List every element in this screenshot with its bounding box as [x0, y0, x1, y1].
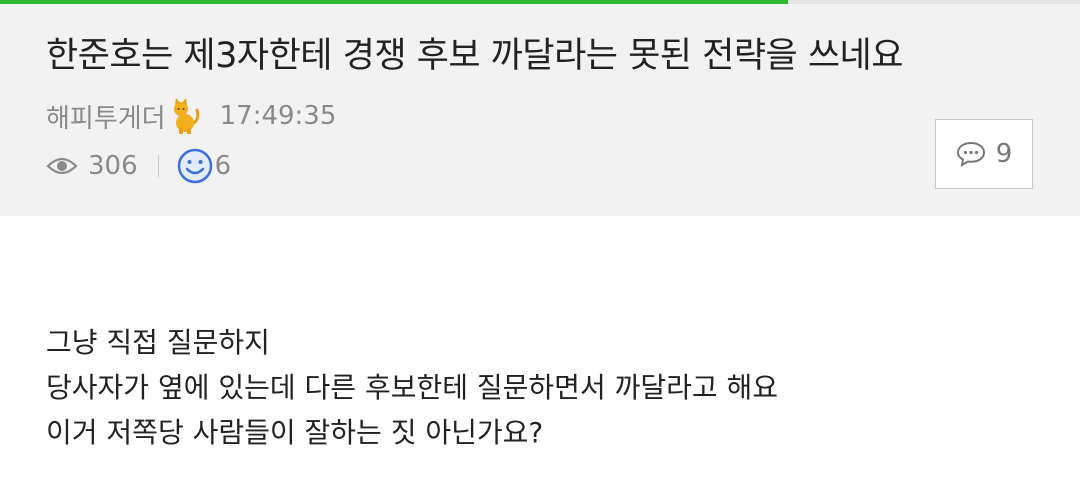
comments-button[interactable]: 9 [935, 119, 1033, 189]
post-body: 그냥 직접 질문하지 당사자가 옆에 있는데 다른 후보한테 질문하면서 까달라… [46, 320, 778, 455]
comment-count: 9 [995, 139, 1013, 169]
author-nickname[interactable]: 해피투게더 [46, 98, 166, 135]
body-line: 당사자가 옆에 있는데 다른 후보한테 질문하면서 까달라고 해요 [46, 371, 779, 404]
post-header: 한준호는 제3자한테 경쟁 후보 까달라는 못된 전략을 쓰네요 해피투게더 1… [0, 4, 1080, 216]
post-time: 17:49:35 [219, 101, 337, 131]
eye-icon [46, 155, 78, 177]
body-line: 이거 저쪽당 사람들이 잘하는 짓 아닌가요? [46, 416, 544, 449]
view-count: 306 [88, 151, 138, 181]
stats-divider [157, 155, 159, 177]
post-stats: 306 6 [46, 148, 231, 184]
body-line: 그냥 직접 질문하지 [46, 326, 270, 359]
like-count: 6 [214, 151, 232, 181]
post-title: 한준호는 제3자한테 경쟁 후보 까달라는 못된 전략을 쓰네요 [46, 36, 903, 76]
cat-icon [168, 98, 202, 134]
post-meta: 해피투게더 17:49:35 [46, 98, 336, 134]
speech-bubble-icon [956, 140, 986, 168]
smile-icon[interactable] [177, 148, 213, 184]
